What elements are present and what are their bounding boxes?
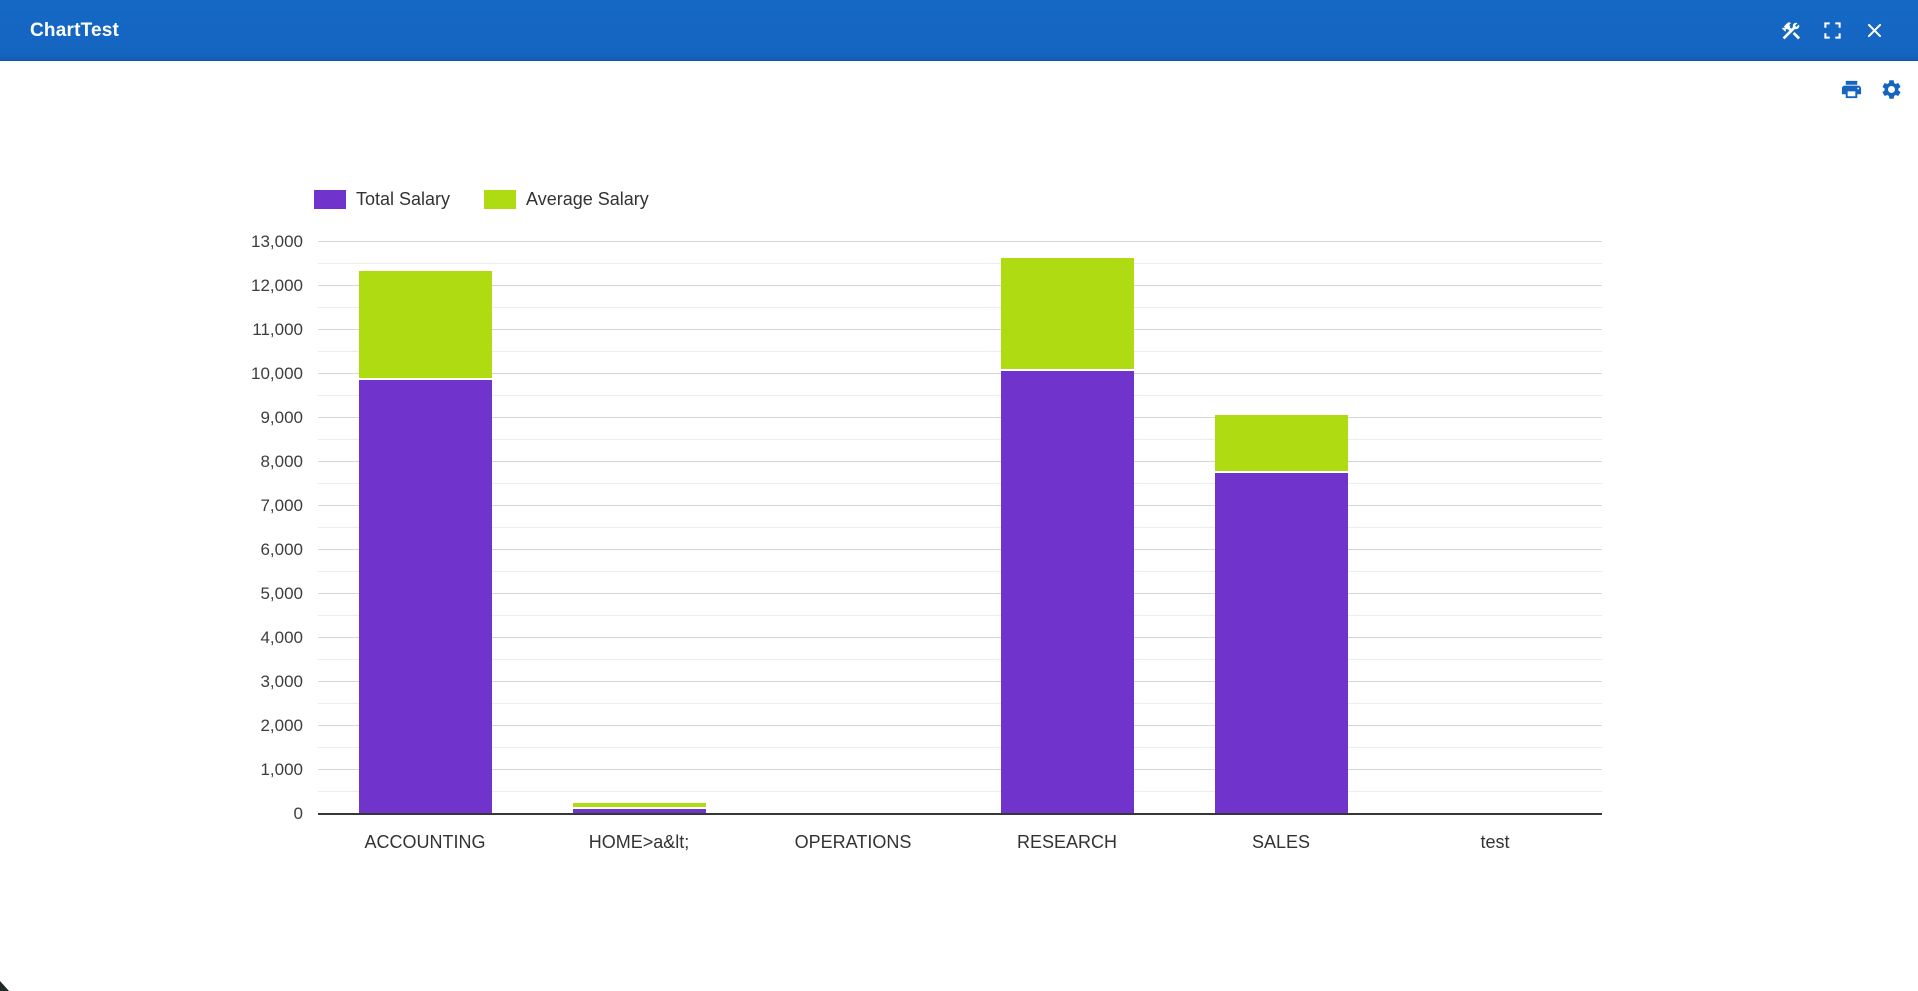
gridline	[318, 241, 1602, 242]
y-axis-tick-label: 13,000	[193, 232, 303, 252]
gridline	[318, 373, 1602, 374]
y-axis-tick-label: 10,000	[193, 364, 303, 384]
gridline	[318, 703, 1602, 704]
bar-segment-divider	[1001, 369, 1134, 371]
gridline	[318, 329, 1602, 330]
y-axis-tick-label: 0	[193, 804, 303, 824]
bar-research-total-salary	[1001, 371, 1134, 813]
gridline	[318, 307, 1602, 308]
y-axis-tick-label: 5,000	[193, 584, 303, 604]
gridline	[318, 461, 1602, 462]
gridline	[318, 791, 1602, 792]
gridline	[318, 725, 1602, 726]
gridline	[318, 527, 1602, 528]
gridline	[318, 395, 1602, 396]
gridline	[318, 681, 1602, 682]
bar-home-a-lt--average-salary	[573, 803, 706, 808]
bar-accounting-average-salary	[359, 271, 492, 378]
y-axis-tick-label: 1,000	[193, 760, 303, 780]
y-axis-tick-label: 12,000	[193, 276, 303, 296]
x-axis-category-label: SALES	[1174, 832, 1388, 853]
y-axis-tick-label: 11,000	[193, 320, 303, 340]
gridline	[318, 351, 1602, 352]
y-axis-tick-label: 9,000	[193, 408, 303, 428]
gridline	[318, 439, 1602, 440]
bar-sales-average-salary	[1215, 415, 1348, 471]
bar-sales-total-salary	[1215, 473, 1348, 813]
gridline	[318, 747, 1602, 748]
x-axis-category-label: OPERATIONS	[746, 832, 960, 853]
gridline	[318, 417, 1602, 418]
x-axis-category-label: HOME>a&lt;	[532, 832, 746, 853]
gridline	[318, 505, 1602, 506]
x-axis-line	[318, 813, 1602, 815]
x-axis-category-label: test	[1388, 832, 1602, 853]
bar-research-average-salary	[1001, 258, 1134, 369]
gridline	[318, 637, 1602, 638]
gridline	[318, 285, 1602, 286]
gridline	[318, 263, 1602, 264]
x-axis-category-label: ACCOUNTING	[318, 832, 532, 853]
y-axis-tick-label: 3,000	[193, 672, 303, 692]
bar-segment-divider	[573, 807, 706, 809]
chart-plot-area: 0 1,000 2,000 3,000 4,000 5,000 6,000 7,000 8,00…	[0, 0, 1918, 991]
gridline	[318, 769, 1602, 770]
gridline	[318, 593, 1602, 594]
bar-segment-divider	[1215, 471, 1348, 473]
gridline	[318, 659, 1602, 660]
y-axis-tick-label: 2,000	[193, 716, 303, 736]
gridline	[318, 615, 1602, 616]
x-axis-category-label: RESEARCH	[960, 832, 1174, 853]
gridline	[318, 483, 1602, 484]
y-axis-tick-label: 7,000	[193, 496, 303, 516]
gridline	[318, 571, 1602, 572]
gridline	[318, 549, 1602, 550]
y-axis-tick-label: 8,000	[193, 452, 303, 472]
bar-accounting-total-salary	[359, 380, 492, 813]
y-axis-tick-label: 6,000	[193, 540, 303, 560]
bar-segment-divider	[359, 378, 492, 380]
bar-home-a-lt--total-salary	[573, 809, 706, 813]
y-axis-tick-label: 4,000	[193, 628, 303, 648]
